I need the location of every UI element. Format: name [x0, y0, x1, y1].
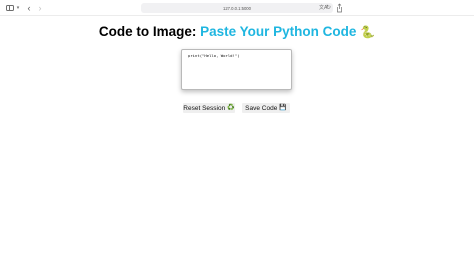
- save-code-button[interactable]: Save Code 💾: [242, 103, 290, 113]
- reset-session-label: Reset Session: [183, 104, 226, 112]
- recycle-icon: ♻️: [227, 105, 235, 111]
- back-arrow-icon[interactable]: ‹: [25, 3, 33, 13]
- page-title: Code to Image: Paste Your Python Code 🐍: [0, 24, 474, 39]
- snake-icon: 🐍: [360, 25, 376, 39]
- address-text: 127.0.0.1:5000: [223, 5, 251, 11]
- title-prefix: Code to Image:: [98, 24, 201, 39]
- address-bar[interactable]: 127.0.0.1:5000: [141, 3, 333, 13]
- sidebar-toggle-icon[interactable]: [5, 3, 14, 13]
- reload-icon[interactable]: ↻: [326, 3, 331, 13]
- share-icon[interactable]: [336, 3, 343, 13]
- chevron-down-icon[interactable]: ▾: [15, 3, 21, 13]
- browser-toolbar: ▾ ‹ › 127.0.0.1:5000 文A ↻: [0, 0, 474, 16]
- floppy-disk-icon: 💾: [279, 105, 287, 111]
- code-input[interactable]: print("Hello, World!"): [181, 49, 292, 90]
- forward-arrow-icon[interactable]: ›: [36, 3, 44, 13]
- save-code-label: Save Code: [245, 104, 278, 112]
- reset-session-button[interactable]: Reset Session ♻️: [183, 103, 235, 113]
- title-accent: Paste Your Python Code: [200, 24, 357, 39]
